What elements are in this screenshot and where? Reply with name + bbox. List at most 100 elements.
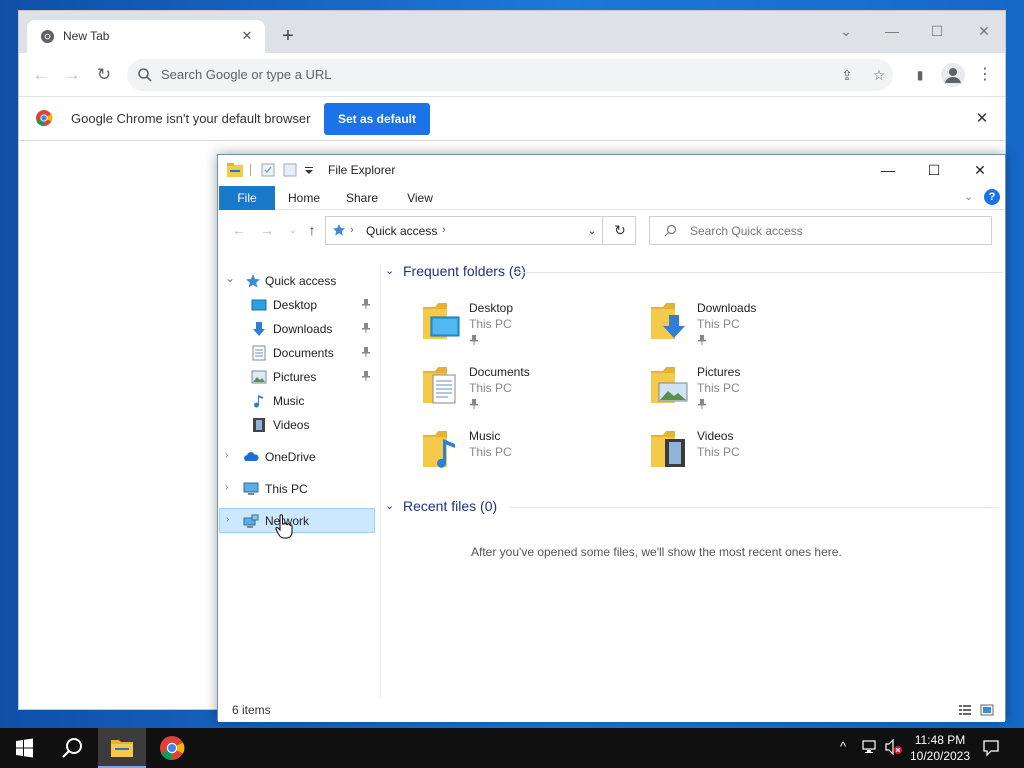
network-icon [243,514,259,528]
taskbar-chrome[interactable] [148,728,196,768]
taskbar-search-button[interactable] [48,728,96,768]
taskbar-file-explorer[interactable] [98,728,146,768]
chrome-menu-icon[interactable]: ⋮ [975,65,995,85]
nav-label: Videos [273,418,310,432]
bookmark-star-icon[interactable]: ☆ [869,65,889,85]
chrome-tab-strip: New Tab ✕ + ⌄ — ☐ ✕ [19,11,1005,53]
set-as-default-button[interactable]: Set as default [324,103,430,135]
breadcrumb-separator[interactable]: › [442,224,446,236]
chrome-logo-icon [36,110,53,127]
ribbon-tab-file[interactable]: File [219,186,275,210]
folder-name: Downloads [697,301,757,315]
qat-customize-icon[interactable] [304,162,314,178]
properties-icon[interactable] [260,162,276,178]
chevron-down-icon[interactable]: ⌄ [225,272,235,284]
chrome-maximize-button[interactable]: ☐ [922,17,952,45]
nav-item-documents[interactable]: Documents [219,341,375,365]
nav-label: This PC [265,482,308,496]
back-button[interactable]: ← [29,63,53,87]
up-button[interactable]: ↑ [303,220,321,240]
nav-item-pictures[interactable]: Pictures [219,365,375,389]
folder-tile-pictures[interactable]: Pictures This PC [649,363,869,419]
nav-item-music[interactable]: Music [219,389,375,413]
address-dropdown-icon[interactable]: ⌄ [582,223,602,239]
forward-button[interactable]: → [60,63,84,87]
tab-new-tab[interactable]: New Tab ✕ [27,20,265,53]
clock-time[interactable]: 11:48 PM [914,733,966,747]
explorer-maximize-button[interactable]: ☐ [912,157,956,183]
ribbon-tabs: File Home Share View ⌄ ? [218,186,1005,210]
file-explorer-window: File Explorer — ☐ ✕ File Home Share View… [217,154,1006,722]
recent-files-empty-message: After you've opened some files, we'll sh… [471,545,842,559]
nav-item-quick-access[interactable]: ⌄ Quick access [219,269,375,293]
new-folder-icon[interactable] [282,162,298,178]
ribbon-tab-home[interactable]: Home [282,186,326,210]
infobar-close-icon[interactable]: ✕ [972,109,992,129]
taskbar: ^ 11:48 PM 10/20/2023 [0,728,1024,768]
chevron-right-icon[interactable]: › [225,482,235,494]
chevron-down-icon[interactable]: ⌄ [385,264,399,278]
search-quick-access-input[interactable]: Search Quick access [649,216,992,245]
downloads-folder-icon [651,303,685,339]
share-icon[interactable]: ⇪ [837,65,857,85]
clock-date[interactable]: 10/20/2023 [908,749,972,763]
tab-close-icon[interactable]: ✕ [237,26,257,46]
chevron-right-icon[interactable]: › [225,450,235,462]
chrome-minimize-button[interactable]: — [877,17,907,45]
frequent-folders-header[interactable]: ⌄ Frequent folders (6) [385,261,1003,283]
explorer-back-button[interactable]: ← [230,220,248,240]
ribbon-expand-icon[interactable]: ⌄ [964,190,973,203]
breadcrumb-quick-access[interactable]: Quick access [366,224,437,238]
chrome-close-button[interactable]: ✕ [969,17,999,45]
recent-locations-icon[interactable]: ⌄ [284,220,302,240]
ribbon-tab-share[interactable]: Share [340,186,384,210]
nav-item-network[interactable]: › Network [219,508,375,533]
show-hidden-icons-chevron[interactable]: ^ [840,739,846,754]
chevron-right-icon[interactable]: › [226,514,236,526]
folder-name: Pictures [697,365,741,379]
nav-item-downloads[interactable]: Downloads [219,317,375,341]
film-icon [253,418,265,432]
tab-title: New Tab [63,29,110,43]
profile-avatar-icon[interactable] [941,63,965,87]
status-bar: 6 items [218,698,1005,722]
side-panel-icon[interactable]: ▮ [910,65,930,85]
omnibox[interactable]: Search Google or type a URL ⇪ ☆ [127,59,893,91]
folder-tile-videos[interactable]: Videos This PC [649,427,869,483]
explorer-titlebar: File Explorer — ☐ ✕ [218,155,1005,185]
windows-start-icon[interactable] [0,728,48,768]
tab-search-button[interactable]: ⌄ [831,17,861,45]
hand-cursor-icon [275,514,293,539]
recent-files-header[interactable]: ⌄ Recent files (0) [385,496,999,518]
address-row: ← → ⌄ ↑ › Quick access › ⌄ ↻ Search Quic… [218,211,1005,249]
large-icons-view-icon[interactable] [980,703,994,717]
new-tab-button[interactable]: + [276,25,300,49]
folder-name: Desktop [469,301,514,315]
nav-item-videos[interactable]: Videos [219,413,375,437]
desktop-icon [251,299,267,311]
default-browser-infobar: Google Chrome isn't your default browser… [19,97,1005,141]
folder-tile-desktop[interactable]: Desktop This PC [421,299,641,355]
details-view-icon[interactable] [958,703,972,717]
folder-tile-music[interactable]: Music This PC [421,427,641,483]
notifications-icon[interactable] [982,739,1000,757]
desktop-folder-icon [423,303,460,339]
reload-button[interactable]: ↻ [92,63,116,87]
folder-tile-documents[interactable]: Documents This PC [421,363,641,419]
folder-location: This PC [469,381,512,395]
volume-muted-icon[interactable] [884,739,904,755]
explorer-minimize-button[interactable]: — [866,157,910,183]
folder-tile-downloads[interactable]: Downloads This PC [649,299,869,355]
ribbon-tab-view[interactable]: View [398,186,442,210]
chevron-down-icon[interactable]: ⌄ [385,499,399,513]
nav-item-this-pc[interactable]: › This PC [219,477,375,501]
help-icon[interactable]: ? [984,189,1000,205]
explorer-close-button[interactable]: ✕ [958,157,1002,183]
refresh-button[interactable]: ↻ [602,217,637,244]
nav-item-desktop[interactable]: Desktop [219,293,375,317]
network-status-icon[interactable] [862,739,880,755]
address-bar[interactable]: › Quick access › ⌄ ↻ [325,216,636,245]
qat-separator [250,164,251,176]
nav-item-onedrive[interactable]: › OneDrive [219,445,375,469]
explorer-forward-button[interactable]: → [258,220,276,240]
